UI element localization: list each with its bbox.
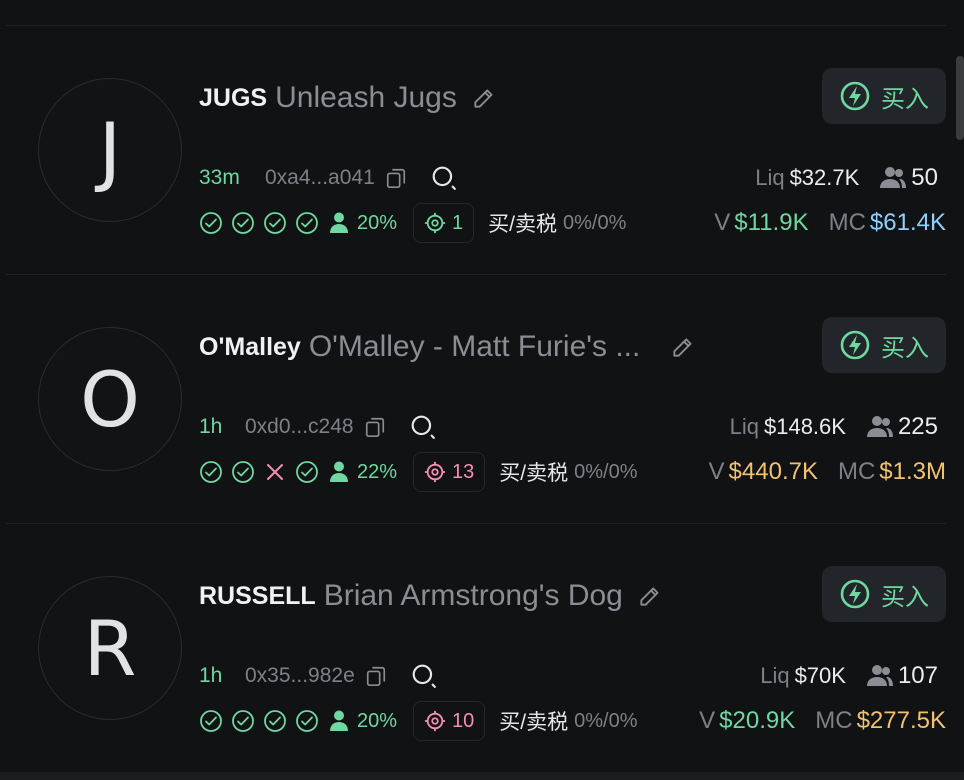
tax-label: 买/卖税 xyxy=(499,711,569,734)
mc-label: MC xyxy=(837,458,876,485)
holders-count: 225 xyxy=(897,413,938,440)
search-icon[interactable] xyxy=(411,663,437,689)
buy-button[interactable]: 买入 xyxy=(822,68,946,124)
liquidity-value: $70K xyxy=(794,663,846,688)
liquidity-value: $32.7K xyxy=(789,165,860,190)
security-checks xyxy=(199,211,327,235)
token-age: 1h xyxy=(199,415,223,438)
search-icon[interactable] xyxy=(410,414,436,440)
snipers-count: 1 xyxy=(452,211,464,234)
security-checks xyxy=(199,709,327,733)
top-holders-pct: 20% xyxy=(357,211,398,234)
buy-label: 买入 xyxy=(881,583,929,611)
holders-icon xyxy=(880,167,907,188)
check-circle-icon xyxy=(200,212,222,234)
token-name: Brian Armstrong's Dog xyxy=(323,579,623,612)
token-symbol[interactable]: JUGS xyxy=(199,84,267,113)
volume-label: V xyxy=(714,209,731,236)
snipers-count: 13 xyxy=(452,460,475,483)
check-circle-icon xyxy=(264,212,286,234)
token-card[interactable]: J JUGS Unleash Jugs 买入 33m 0xa4...a041 L… xyxy=(6,26,946,275)
cross-icon xyxy=(267,464,283,480)
snipers-count: 10 xyxy=(452,709,475,732)
security-checks xyxy=(199,460,327,484)
tax-label: 买/卖税 xyxy=(499,462,569,485)
buy-label: 买入 xyxy=(881,334,929,362)
token-list: J JUGS Unleash Jugs 买入 33m 0xa4...a041 L… xyxy=(6,26,946,773)
top-holder-icon xyxy=(330,461,348,482)
lightning-icon xyxy=(840,579,870,609)
top-holder-icon xyxy=(330,212,348,233)
buy-label: 买入 xyxy=(881,85,929,113)
check-circle-icon xyxy=(232,212,254,234)
snipers-badge[interactable]: 10 xyxy=(413,701,486,741)
token-address: 0xd0...c248 xyxy=(245,415,354,438)
buy-button[interactable]: 买入 xyxy=(822,566,946,622)
token-symbol[interactable]: RUSSELL xyxy=(199,582,316,611)
liq-label: Liq xyxy=(755,165,785,190)
target-icon xyxy=(424,212,446,234)
market-cap-value: $61.4K xyxy=(869,209,946,236)
check-circle-icon xyxy=(296,461,318,483)
target-icon xyxy=(424,710,446,732)
edit-icon[interactable] xyxy=(670,334,696,360)
top-holders-pct: 20% xyxy=(357,709,398,732)
target-icon xyxy=(424,461,446,483)
tax-value: 0%/0% xyxy=(574,709,638,732)
volume-label: V xyxy=(708,458,725,485)
buy-button[interactable]: 买入 xyxy=(822,317,946,373)
check-circle-icon xyxy=(232,710,254,732)
check-circle-icon xyxy=(296,710,318,732)
token-name: O'Malley - Matt Furie's ... xyxy=(308,330,641,363)
liq-label: Liq xyxy=(760,663,790,688)
copy-icon[interactable] xyxy=(364,416,386,438)
volume-value: $440.7K xyxy=(728,458,818,485)
volume-value: $20.9K xyxy=(719,707,796,734)
holders-count: 50 xyxy=(911,164,938,191)
tax-label: 买/卖税 xyxy=(488,213,557,236)
token-card[interactable]: O O'Malley O'Malley - Matt Furie's ... 买… xyxy=(6,275,946,524)
token-name: Unleash Jugs xyxy=(275,81,457,114)
top-holders-pct: 22% xyxy=(357,460,398,483)
tax-value: 0%/0% xyxy=(563,211,627,234)
edit-icon[interactable] xyxy=(471,85,497,111)
edit-icon[interactable] xyxy=(637,583,663,609)
lightning-icon xyxy=(840,81,870,111)
copy-icon[interactable] xyxy=(385,167,407,189)
token-avatar: O xyxy=(38,327,182,471)
check-circle-icon xyxy=(200,710,222,732)
scrollbar-thumb[interactable] xyxy=(956,56,964,140)
check-circle-icon xyxy=(200,461,222,483)
lightning-icon xyxy=(840,330,870,360)
holders-icon xyxy=(866,665,893,686)
volume-label: V xyxy=(699,707,716,734)
mc-label: MC xyxy=(815,707,853,734)
search-icon[interactable] xyxy=(431,165,457,191)
token-card[interactable]: R RUSSELL Brian Armstrong's Dog 买入 1h 0x… xyxy=(6,524,946,773)
holders-count: 107 xyxy=(897,662,938,689)
mc-label: MC xyxy=(828,209,866,236)
token-age: 1h xyxy=(199,664,223,687)
holders-icon xyxy=(866,416,893,437)
token-avatar: J xyxy=(38,78,182,222)
token-age: 33m xyxy=(199,166,240,189)
bottom-divider xyxy=(0,772,964,780)
liquidity-value: $148.6K xyxy=(763,414,846,439)
token-address: 0xa4...a041 xyxy=(265,166,375,189)
check-circle-icon xyxy=(264,710,286,732)
snipers-badge[interactable]: 1 xyxy=(413,203,475,243)
copy-icon[interactable] xyxy=(365,665,387,687)
tax-value: 0%/0% xyxy=(574,460,638,483)
check-circle-icon xyxy=(296,212,318,234)
market-cap-value: $277.5K xyxy=(856,707,946,734)
market-cap-value: $1.3M xyxy=(879,458,946,485)
volume-value: $11.9K xyxy=(734,209,809,236)
top-holder-icon xyxy=(330,710,348,731)
token-avatar: R xyxy=(38,576,182,720)
token-address: 0x35...982e xyxy=(245,664,355,687)
liq-label: Liq xyxy=(729,414,759,439)
token-symbol[interactable]: O'Malley xyxy=(199,333,301,362)
check-circle-icon xyxy=(232,461,254,483)
snipers-badge[interactable]: 13 xyxy=(413,452,486,492)
